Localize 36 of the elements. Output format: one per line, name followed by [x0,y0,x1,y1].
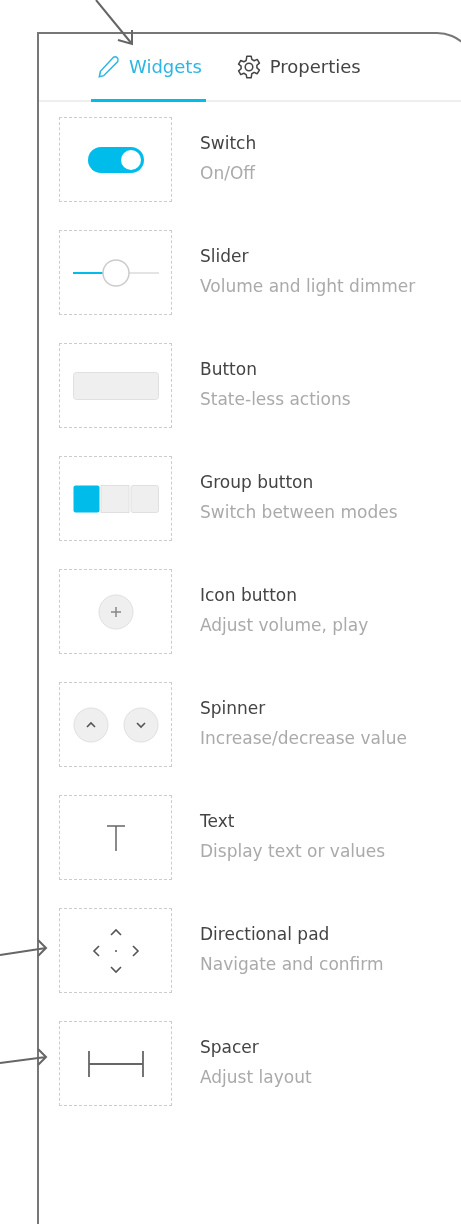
tab[interactable]: Properties [231,34,365,102]
widget-tile[interactable] [59,230,172,315]
widget-title: Text [200,811,236,831]
widget-tile[interactable] [59,908,172,993]
widget-description: Switch between modes [200,502,398,522]
widget-title: Button [200,359,258,379]
widget-title: Icon button [200,585,298,605]
widget-description: Volume and light dimmer [200,276,416,296]
dpad-icon [91,927,140,974]
widget-tile[interactable] [59,795,172,880]
annotation-arrow [0,1046,50,1068]
plus-circle-icon [97,593,134,630]
pencil-icon [95,53,121,80]
widget-title: Group button [200,472,315,492]
widget-tile[interactable] [59,343,172,428]
widget-description: Adjust layout [200,1067,312,1087]
widget-description: On/Off [200,163,257,183]
widget-title: Spacer [200,1037,260,1057]
widget-description: Navigate and confirm [200,954,384,974]
widget-title: Directional pad [200,924,331,944]
spacer-icon [87,1050,144,1077]
widget-tile[interactable] [59,456,172,541]
widget-description: State-less actions [200,389,351,409]
widget-tile[interactable] [59,117,172,202]
widget-description: Display text or values [200,841,386,861]
widget-tile[interactable] [59,682,172,767]
widget-title: Switch [200,133,257,153]
widget-title: Spinner [200,698,267,718]
widget-tile[interactable] [59,569,172,654]
settings-icon [235,53,262,80]
toggle-drawing [87,146,144,173]
widget-description: Increase/decrease value [200,728,407,748]
widget-description: Adjust volume, play [200,615,369,635]
widget-title: Slider [200,246,250,266]
text-cursor-icon [105,824,126,851]
widget-tile[interactable] [59,1021,172,1106]
